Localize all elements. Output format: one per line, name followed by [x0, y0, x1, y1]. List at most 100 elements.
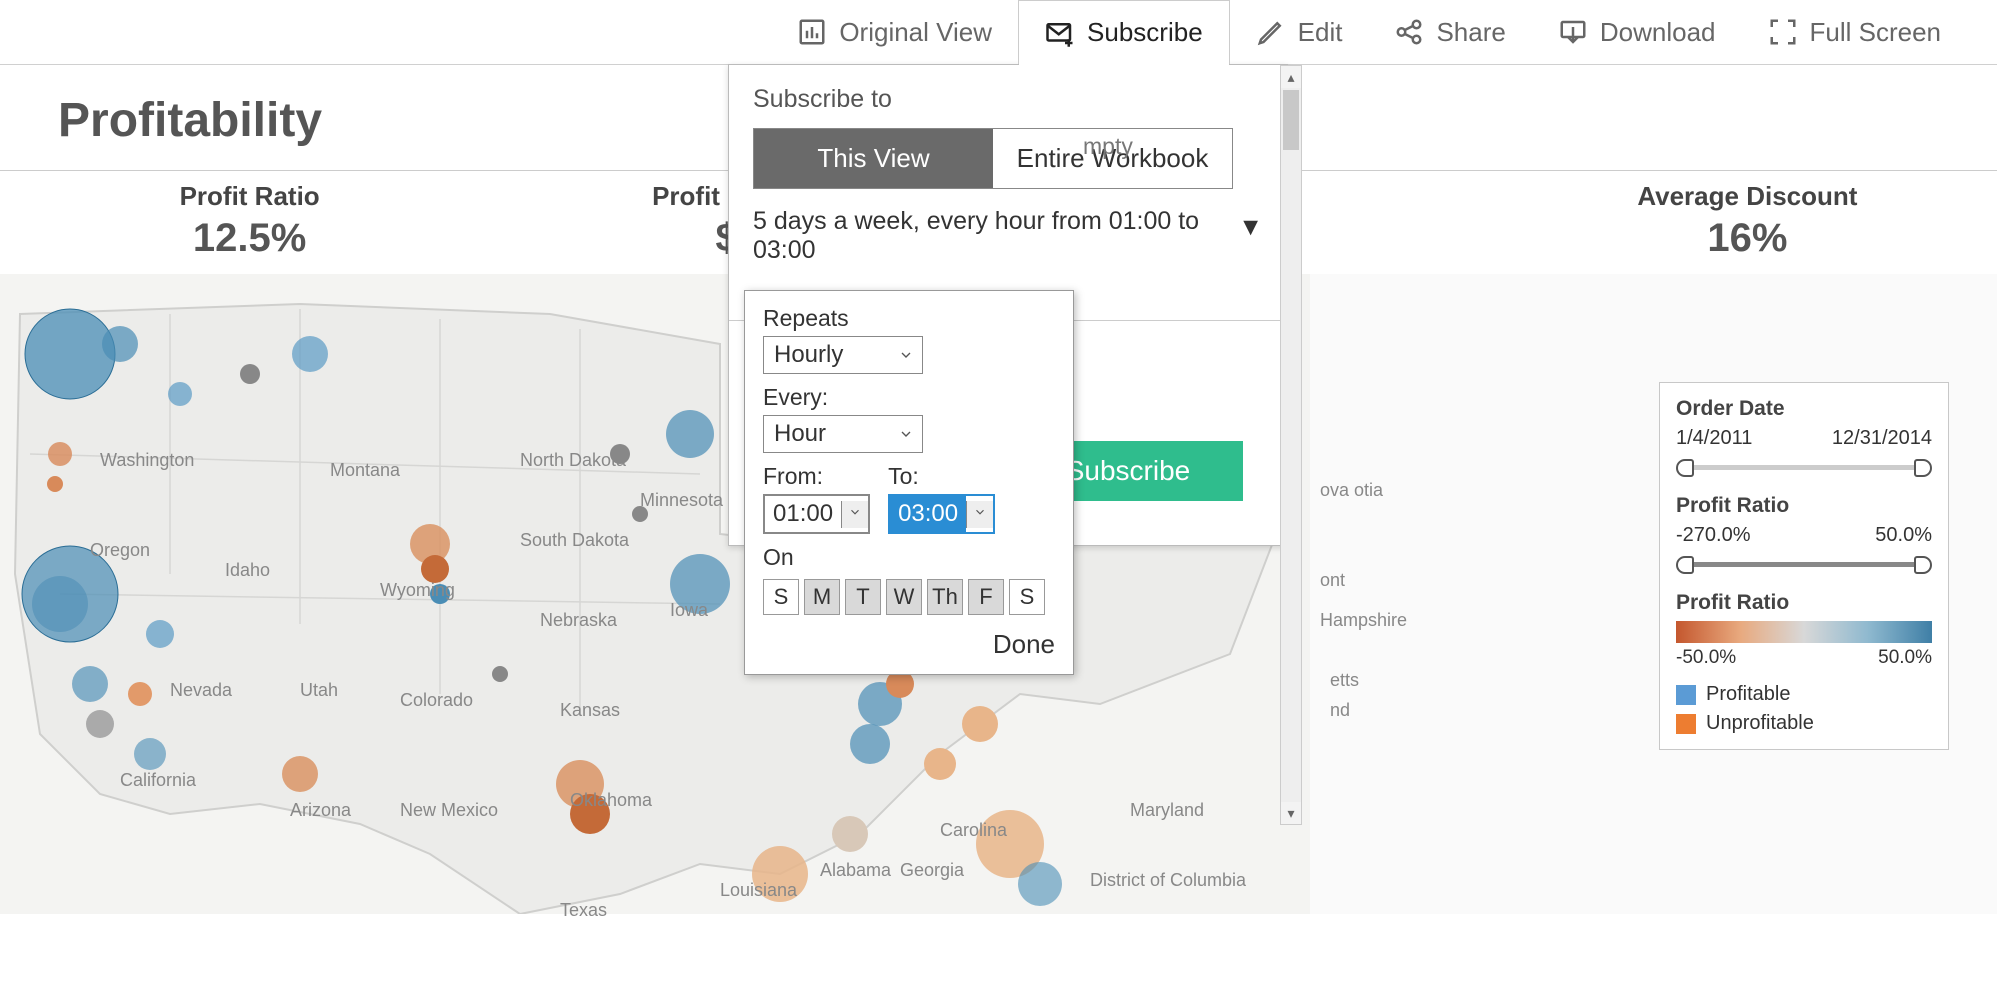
scroll-up-icon[interactable]: ▴	[1281, 66, 1301, 88]
download-label: Download	[1600, 17, 1716, 48]
subscribe-button[interactable]: Subscribe	[1018, 0, 1230, 64]
map-state-label: Nebraska	[540, 610, 617, 631]
map-state-label: Kansas	[560, 700, 620, 721]
barchart-icon	[797, 17, 827, 47]
from-time-select[interactable]: 01:00	[763, 494, 870, 534]
kpi-value: 16%	[1498, 216, 1997, 261]
profit-ratio-min: -270.0%	[1676, 524, 1751, 547]
kpi-label: Profit Ratio	[0, 181, 499, 212]
profit-ratio-slider[interactable]	[1676, 555, 1932, 573]
top-toolbar: Original View Subscribe Edit Share Downl…	[0, 0, 1997, 65]
map-state-label: District of Columbia	[1090, 870, 1246, 891]
legend-profitable: Profitable	[1676, 683, 1932, 706]
map-state-label: Washington	[100, 450, 194, 471]
map-state-label: Carolina	[940, 820, 1007, 841]
pencil-icon	[1256, 17, 1286, 47]
repeats-select[interactable]: Hourly	[763, 336, 923, 374]
subscribe-label: Subscribe	[1087, 17, 1203, 48]
scroll-down-icon[interactable]: ▾	[1281, 802, 1301, 824]
schedule-summary-dropdown[interactable]: 5 days a week, every hour from 01:00 to …	[753, 207, 1263, 265]
share-icon	[1394, 17, 1424, 47]
color-gradient	[1676, 621, 1932, 643]
legend-order-date-title: Order Date	[1676, 397, 1932, 421]
order-date-max: 12/31/2014	[1832, 427, 1932, 450]
caret-down-icon: ▼	[1238, 213, 1263, 242]
map-state-label: Oklahoma	[570, 790, 652, 811]
fullscreen-label: Full Screen	[1810, 17, 1942, 48]
day-toggle-f[interactable]: F	[968, 579, 1004, 615]
days-of-week: SMTWThFS	[763, 579, 1055, 615]
mail-plus-icon	[1045, 18, 1075, 48]
schedule-popover: Repeats Hourly Every: Hour From: 01:00 T…	[744, 290, 1074, 675]
subscribe-to-header: Subscribe to	[753, 85, 1263, 114]
profit-ratio-max: 50.0%	[1875, 524, 1932, 547]
repeats-label: Repeats	[763, 305, 1055, 332]
day-toggle-w[interactable]: W	[886, 579, 922, 615]
kpi-value: 12.5%	[0, 216, 499, 261]
map-state-label: Maryland	[1130, 800, 1204, 821]
edit-label: Edit	[1298, 17, 1343, 48]
map-state-label: Minnesota	[640, 490, 723, 511]
every-select[interactable]: Hour	[763, 415, 923, 453]
legend-panel: Order Date 1/4/2011 12/31/2014 Profit Ra…	[1659, 382, 1949, 750]
order-date-slider[interactable]	[1676, 458, 1932, 476]
legend-color-title: Profit Ratio	[1676, 591, 1932, 615]
panel-scrollbar[interactable]: ▴ ▾	[1280, 65, 1302, 825]
legend-profit-ratio-title: Profit Ratio	[1676, 494, 1932, 518]
slider-handle-left[interactable]	[1676, 459, 1694, 477]
to-label: To:	[888, 463, 995, 490]
map-state-label: New Mexico	[400, 800, 498, 821]
every-label: Every:	[763, 384, 1055, 411]
map-state-label: South Dakota	[520, 530, 629, 551]
color-min: -50.0%	[1676, 647, 1736, 669]
kpi-label: Average Discount	[1498, 181, 1997, 212]
from-label: From:	[763, 463, 870, 490]
slider-handle-left[interactable]	[1676, 556, 1694, 574]
map-state-label: Wyoming	[380, 580, 455, 601]
share-button[interactable]: Share	[1368, 0, 1531, 64]
scroll-thumb[interactable]	[1283, 90, 1299, 150]
original-view-button[interactable]: Original View	[771, 0, 1018, 64]
map-state-label: Idaho	[225, 560, 270, 581]
chevron-down-icon	[966, 501, 993, 528]
original-view-label: Original View	[839, 17, 992, 48]
scope-segment: This View Entire Workbook	[753, 128, 1233, 189]
map-state-label: Nevada	[170, 680, 232, 701]
map-state-label: Alabama	[820, 860, 891, 881]
day-toggle-s[interactable]: S	[763, 579, 799, 615]
chevron-down-icon	[841, 501, 868, 528]
edit-button[interactable]: Edit	[1230, 0, 1369, 64]
download-icon	[1558, 17, 1588, 47]
legend-unprofitable: Unprofitable	[1676, 712, 1932, 735]
map-state-label: etts	[1330, 670, 1359, 691]
chevron-down-icon	[898, 347, 914, 363]
done-button[interactable]: Done	[763, 629, 1055, 660]
order-date-min: 1/4/2011	[1676, 427, 1752, 450]
map-state-label: North Dakota	[520, 450, 626, 471]
map-state-label: Texas	[560, 900, 607, 921]
map-state-label: Oregon	[90, 540, 150, 561]
day-toggle-th[interactable]: Th	[927, 579, 963, 615]
map-state-label: California	[120, 770, 196, 791]
map-state-label: Montana	[330, 460, 400, 481]
kpi-profit-ratio: Profit Ratio 12.5%	[0, 171, 499, 273]
day-toggle-m[interactable]: M	[804, 579, 840, 615]
map-state-label: Iowa	[670, 600, 708, 621]
chevron-down-icon	[898, 426, 914, 442]
day-toggle-s[interactable]: S	[1009, 579, 1045, 615]
fullscreen-button[interactable]: Full Screen	[1742, 0, 1968, 64]
map-state-label: Louisiana	[720, 880, 797, 901]
segment-this-view[interactable]: This View	[754, 129, 993, 188]
map-state-label: nd	[1330, 700, 1350, 721]
to-time-select[interactable]: 03:00	[888, 494, 995, 534]
map-state-label: Utah	[300, 680, 338, 701]
slider-handle-right[interactable]	[1914, 459, 1932, 477]
day-toggle-t[interactable]: T	[845, 579, 881, 615]
share-label: Share	[1436, 17, 1505, 48]
slider-handle-right[interactable]	[1914, 556, 1932, 574]
download-button[interactable]: Download	[1532, 0, 1742, 64]
map-state-label: Colorado	[400, 690, 473, 711]
swatch-unprofitable	[1676, 714, 1696, 734]
kpi-avg-discount: Average Discount 16%	[1498, 171, 1997, 273]
map-state-label: ova otia	[1320, 480, 1383, 501]
